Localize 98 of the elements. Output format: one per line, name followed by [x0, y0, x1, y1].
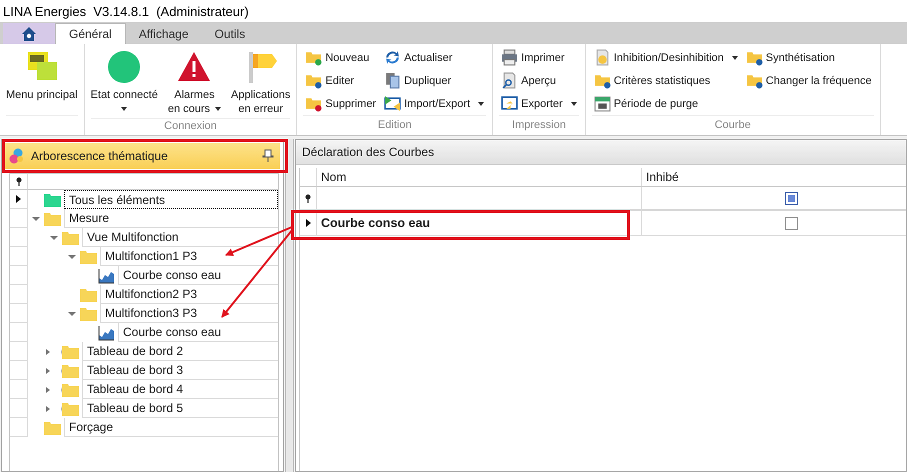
folder-edit-icon	[305, 72, 322, 89]
folder-edit-icon	[746, 49, 763, 66]
pin-icon[interactable]	[262, 149, 274, 163]
row-header	[10, 323, 28, 342]
refresh-icon	[384, 49, 402, 66]
group-label: Edition	[378, 118, 412, 130]
checkbox[interactable]	[785, 216, 798, 230]
chart-icon	[98, 268, 115, 284]
folder-icon	[62, 382, 79, 396]
collapse-icon[interactable]	[68, 312, 76, 316]
ribbon-button[interactable]: Alarmes en cours	[164, 48, 226, 118]
export-icon	[501, 95, 518, 112]
folder-icon	[62, 364, 79, 378]
folder-icon	[62, 402, 79, 416]
tree-item[interactable]: Multifonction3 P3	[100, 304, 278, 323]
collapse-icon[interactable]	[68, 254, 76, 258]
tree-item[interactable]: Tableau de bord 5	[82, 399, 278, 418]
row-header	[10, 266, 28, 285]
panel-title: Déclaration des Courbes	[302, 145, 434, 159]
folder-icon	[62, 344, 79, 358]
ribbon-button[interactable]: Import/Export	[382, 92, 486, 115]
chart-icon	[98, 324, 115, 340]
row-header	[10, 304, 28, 323]
group-label: Impression	[512, 118, 566, 130]
tree-item[interactable]: Courbe conso eau	[118, 266, 278, 285]
folder-icon	[80, 306, 97, 320]
ribbon-button[interactable]: Applications en erreur	[227, 48, 294, 118]
ribbon-button[interactable]: Menu principal	[2, 48, 82, 104]
tree-item[interactable]: Mesure	[64, 209, 278, 228]
status-circle-icon	[107, 50, 142, 84]
tree-item[interactable]: Tous les éléments	[64, 190, 278, 209]
tree-item[interactable]: Vue Multifonction	[82, 228, 278, 247]
current-row-icon	[16, 195, 21, 203]
row-header	[10, 342, 28, 361]
table-cell: Courbe conso eau	[317, 211, 642, 235]
row-header	[10, 285, 28, 304]
ribbon-button[interactable]: Nouveau	[303, 46, 378, 69]
folder-add-icon	[305, 49, 322, 66]
pin-icon[interactable]	[305, 194, 311, 202]
ribbon-button[interactable]: Imprimer	[499, 46, 579, 69]
ribbon-button[interactable]: Inhibition/Desinhibition	[592, 46, 740, 69]
warning-icon	[177, 50, 212, 84]
row-header	[10, 399, 28, 418]
tree-item[interactable]: Forçage	[64, 418, 278, 437]
group-label: Connexion	[164, 120, 217, 132]
pin-icon[interactable]	[16, 177, 22, 186]
row-header	[10, 361, 28, 380]
group-label: Courbe	[714, 118, 751, 130]
row-header	[10, 380, 28, 399]
panel-title: Arborescence thématique	[31, 149, 169, 163]
column-header[interactable]: Nom	[317, 168, 642, 186]
tree-item[interactable]: Courbe conso eau	[118, 323, 278, 342]
tree-item[interactable]: Tableau de bord 3	[82, 361, 278, 380]
folder-edit-icon	[746, 72, 763, 89]
folder-icon	[80, 288, 97, 302]
ribbon-tab[interactable]: Outils	[202, 23, 258, 44]
filter-checkbox[interactable]	[785, 192, 798, 204]
row-header	[10, 418, 28, 437]
row-header	[10, 228, 28, 247]
folder-edit-icon	[594, 72, 611, 89]
ribbon-button[interactable]: Synthétisation	[744, 46, 874, 69]
tree-item[interactable]: Tableau de bord 4	[82, 380, 278, 399]
folder-icon	[44, 212, 61, 226]
ribbon-button[interactable]: Exporter	[499, 92, 579, 115]
dots-icon	[9, 148, 25, 164]
home-icon	[21, 26, 37, 42]
window-title: LINA Energies V3.14.8.1 (Administrateur)	[3, 4, 249, 18]
ribbon-button[interactable]: Période de purge	[592, 92, 740, 115]
printer-icon	[501, 49, 518, 66]
collapse-icon[interactable]	[32, 216, 40, 220]
folder-icon	[44, 420, 61, 434]
ribbon-button[interactable]: Dupliquer	[382, 69, 486, 92]
folder-icon	[62, 230, 79, 244]
folder-delete-icon	[305, 95, 322, 112]
ribbon-tab[interactable]: Affichage	[126, 23, 202, 44]
row-header	[10, 247, 28, 266]
ribbon-button[interactable]: Actualiser	[382, 46, 486, 69]
tree-item[interactable]: Tableau de bord 2	[82, 342, 278, 361]
ribbon-button[interactable]: Supprimer	[303, 92, 378, 115]
folder-icon	[80, 250, 97, 264]
ribbon-button[interactable]: Critères statistiques	[592, 69, 740, 92]
inhibit-icon	[594, 49, 611, 66]
ribbon-button[interactable]: Etat connecté	[86, 48, 162, 113]
copy-icon	[384, 72, 402, 89]
splitter[interactable]	[285, 139, 294, 472]
tree-item[interactable]: Multifonction1 P3	[100, 247, 278, 266]
ribbon-tab[interactable]: Général	[55, 23, 126, 44]
ribbon-button[interactable]: Changer la fréquence	[744, 69, 874, 92]
collapse-icon[interactable]	[50, 236, 58, 240]
home-tab[interactable]	[3, 23, 55, 44]
folder-icon	[44, 192, 61, 206]
ribbon-button[interactable]: Aperçu	[499, 69, 579, 92]
swap-icon	[384, 95, 402, 112]
column-header[interactable]: Inhibé	[642, 168, 906, 186]
calendar-icon	[594, 95, 611, 112]
preview-icon	[501, 72, 518, 89]
ribbon-button[interactable]: Editer	[303, 69, 378, 92]
tree-item[interactable]: Multifonction2 P3	[100, 285, 278, 304]
